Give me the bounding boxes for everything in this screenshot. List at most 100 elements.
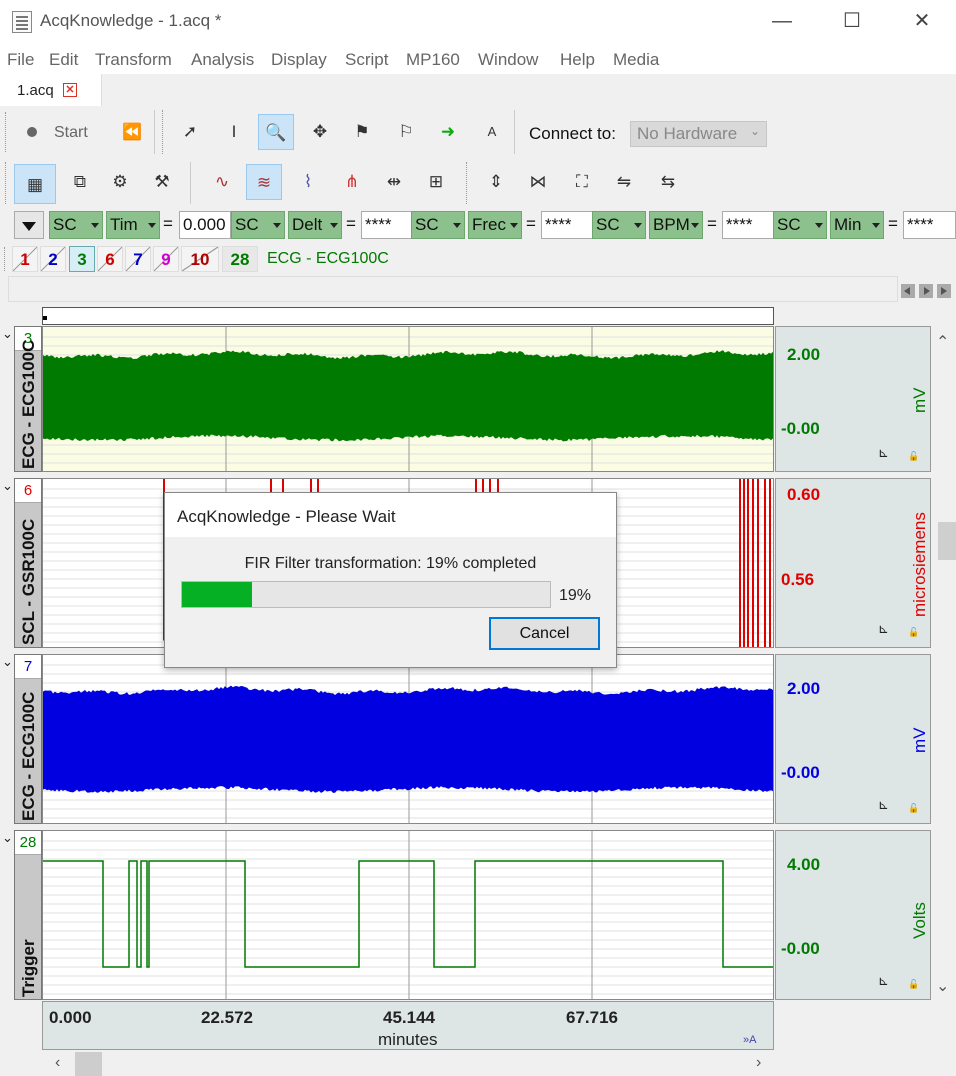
hscroll-thumb[interactable] [75,1052,102,1076]
menu-analysis[interactable]: Analysis [191,50,254,70]
hscroll-left-icon[interactable]: ‹ [55,1054,60,1072]
tab-close-icon[interactable]: ✕ [63,83,77,97]
fit-all-icon[interactable]: ⛶ [564,164,600,200]
measurement-function-select[interactable]: Min [830,211,884,239]
measurement-menu-button[interactable] [14,211,44,239]
overlay-waveform-icon[interactable]: ≋ [246,164,282,200]
measurement-channel-select[interactable]: SC [773,211,827,239]
hardware-select-value: No Hardware [637,124,737,143]
histogram-icon[interactable]: ⋔ [334,164,370,200]
overlap-icon[interactable]: ⧉ [62,164,98,200]
menu-help[interactable]: Help [560,50,595,70]
annotation-tool-icon[interactable]: A [474,114,510,150]
menu-file[interactable]: File [7,50,34,70]
channel-label-column[interactable]: 7 ECG - ECG100C [14,654,42,824]
collapse-chevron-icon[interactable]: ⌄ [2,830,13,846]
channel-button-7[interactable]: 7 [125,246,151,272]
grid-view-icon[interactable]: ▦ [14,164,56,204]
measurement-channel-select[interactable]: SC [49,211,103,239]
measurement-function-select[interactable]: Delt [288,211,342,239]
event-flag-icon[interactable]: ⚑ [344,114,380,150]
scale-settings-icon[interactable]: ⊾ [878,797,889,813]
channel-plot-7[interactable] [42,654,774,824]
measurement-channel-select[interactable]: SC [592,211,646,239]
title-bar: AcqKnowledge - 1.acq * — ☐ ✕ [0,0,956,44]
x-axis-label: minutes [378,1030,438,1050]
channel-number: 28 [15,831,41,855]
menu-mp160[interactable]: MP160 [406,50,460,70]
marker-ruler[interactable] [42,307,774,325]
menu-window[interactable]: Window [478,50,538,70]
menu-media[interactable]: Media [613,50,659,70]
tab-1-acq[interactable]: 1.acq ✕ [0,74,102,106]
lock-icon[interactable]: 🔓 [908,451,919,462]
maximize-button[interactable]: ☐ [832,8,872,34]
vscroll-thumb[interactable] [938,522,956,560]
lock-icon[interactable]: 🔓 [908,627,919,638]
layout-icon[interactable]: ⊞ [418,164,454,200]
lock-icon[interactable]: 🔓 [908,979,919,990]
measurement-channel-select[interactable]: SC [231,211,285,239]
x-tick-label: 22.572 [201,1008,253,1028]
arrow-tool-icon[interactable]: ➚ [172,114,208,150]
xy-plot-icon[interactable]: ⌇ [290,164,326,200]
scroll-tool-icon[interactable]: ✥ [302,114,338,150]
channel-label-column[interactable]: 3 ECG - ECG100C [14,326,42,472]
axis-top-value: 4.00 [787,855,820,875]
channel-button-9[interactable]: 9 [153,246,179,272]
measurement-function-select[interactable]: Frec [468,211,522,239]
collapse-chevron-icon[interactable]: ⌄ [2,478,13,494]
scale-settings-icon[interactable]: ⊾ [878,621,889,637]
hardware-select[interactable]: No Hardware ⌄ [630,121,767,147]
next-arrow-icon[interactable]: ➜ [430,114,466,150]
dialog-message: FIR Filter transformation: 19% completed [165,555,616,573]
channel-button-6[interactable]: 6 [97,246,123,272]
collapse-chevron-icon[interactable]: ⌄ [2,654,13,670]
cancel-button[interactable]: Cancel [489,617,600,650]
vscroll-down-icon[interactable]: ⌄ [936,976,949,996]
minimize-button[interactable]: — [762,8,802,34]
scroll-right-icon[interactable] [919,284,933,298]
tools-icon[interactable]: ⚒ [144,164,180,200]
channel-button-1[interactable]: 1 [12,246,38,272]
ibeam-tool-icon[interactable]: I [216,114,252,150]
measurement-value: **** [903,211,956,239]
autoscale-vertical-icon[interactable]: ⇕ [478,164,514,200]
waveform-icon[interactable]: ∿ [204,164,240,200]
scale-settings-icon[interactable]: ⊾ [878,445,889,461]
progress-bar-fill [182,582,252,607]
start-button[interactable]: Start [54,124,88,142]
scroll-end-icon[interactable] [937,284,951,298]
channel-label-column[interactable]: 28 Trigger [14,830,42,1000]
overlap-channels-icon[interactable]: ⇋ [606,164,642,200]
hscroll-right-icon[interactable]: › [756,1054,761,1072]
measurement-function-select[interactable]: BPM [649,211,703,239]
vscroll-up-icon[interactable]: ⌃ [936,332,949,352]
menu-transform[interactable]: Transform [95,50,172,70]
menu-edit[interactable]: Edit [49,50,78,70]
split-icon[interactable]: ⇹ [376,164,412,200]
axis-settings-icon[interactable]: »A [743,1034,756,1046]
collapse-chevron-icon[interactable]: ⌄ [2,326,13,342]
scale-settings-icon[interactable]: ⊾ [878,973,889,989]
channel-button-28[interactable]: 28 [222,246,258,272]
rewind-icon[interactable]: ⏪ [122,122,142,142]
channel-button-3[interactable]: 3 [69,246,95,272]
scroll-channels-icon[interactable]: ⇆ [650,164,686,200]
channel-button-10[interactable]: 10 [181,246,219,272]
zoom-tool-icon[interactable]: 🔍 [258,114,294,150]
event-flag-yellow-icon[interactable]: ⚐ [388,114,424,150]
menu-display[interactable]: Display [271,50,327,70]
measurement-channel-select[interactable]: SC [411,211,465,239]
autoscale-waveform-icon[interactable]: ⋈ [520,164,556,200]
channel-label-column[interactable]: 6 SCL - GSR100C [14,478,42,648]
channel-plot-28[interactable] [42,830,774,1000]
measurement-function-select[interactable]: Tim [106,211,160,239]
channel-plot-3[interactable] [42,326,774,472]
channel-button-2[interactable]: 2 [40,246,66,272]
gear-icon[interactable]: ⚙ [102,164,138,200]
lock-icon[interactable]: 🔓 [908,803,919,814]
close-button[interactable]: ✕ [902,8,942,34]
scroll-left-icon[interactable] [901,284,915,298]
menu-script[interactable]: Script [345,50,388,70]
